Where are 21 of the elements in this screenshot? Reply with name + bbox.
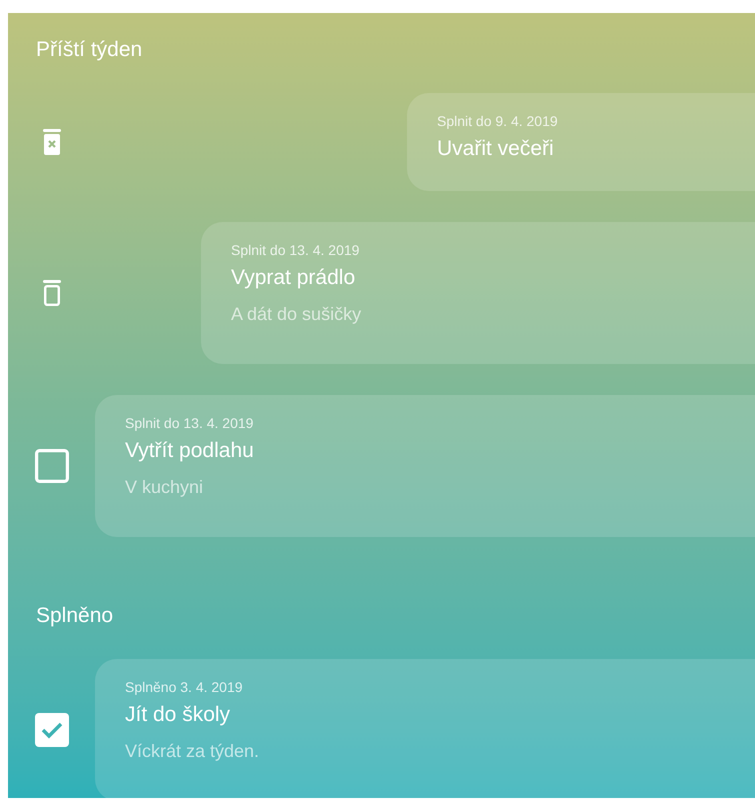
task-note: V kuchyni <box>125 476 204 499</box>
due-date: Splnit do 9. 4. 2019 <box>437 112 559 131</box>
task-title: Vytřít podlahu <box>125 438 255 464</box>
task-card[interactable]: Splnit do 13. 4. 2019 Vytřít podlahu V kuchyni <box>95 395 755 537</box>
due-date: Splnit do 13. 4. 2019 <box>125 414 254 433</box>
due-date: Splněno 3. 4. 2019 <box>125 678 244 697</box>
trash-icon[interactable] <box>42 280 60 306</box>
delete-icon[interactable] <box>42 129 60 155</box>
checkbox[interactable] <box>34 713 68 747</box>
task-title: Vyprat prádlo <box>231 265 356 291</box>
task-card[interactable]: Splněno 3. 4. 2019 Jít do školy Víckrát za týden. <box>95 659 755 801</box>
section-title: Příští týden <box>36 37 144 63</box>
due-date: Splnit do 13. 4. 2019 <box>231 241 360 260</box>
task-title: Jít do školy <box>125 702 232 728</box>
task-note: A dát do sušičky <box>231 303 362 326</box>
task-card[interactable]: Splnit do 9. 4. 2019 Uvařit večeři <box>407 93 755 191</box>
task-title: Uvařit večeři <box>437 136 555 162</box>
checkbox[interactable] <box>34 449 68 483</box>
section-title: Splněno <box>36 603 114 629</box>
task-note: Víckrát za týden. <box>125 740 260 763</box>
task-card[interactable]: Splnit do 13. 4. 2019 Vyprat prádlo A dát do sušičky <box>201 222 755 364</box>
